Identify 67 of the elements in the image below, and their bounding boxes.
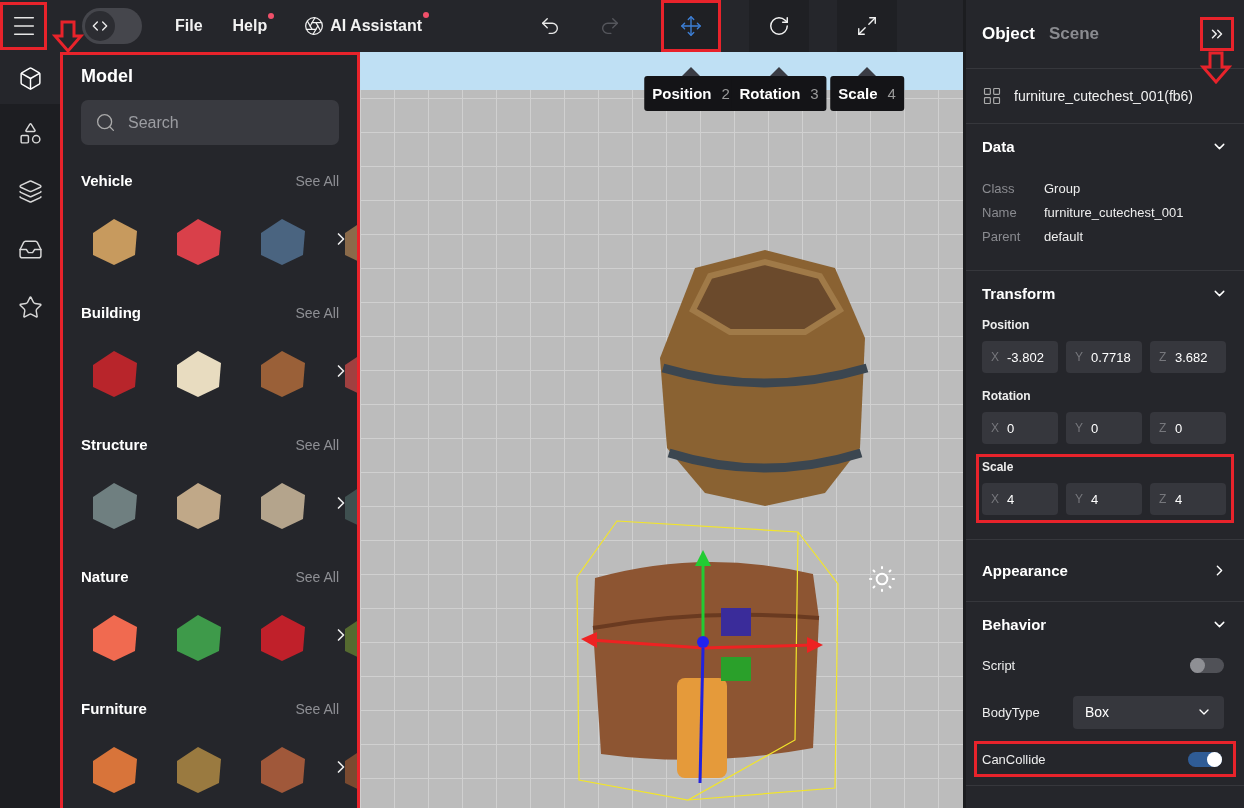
axis-label: Y — [1075, 492, 1083, 506]
category-title: Structure — [81, 436, 148, 453]
tool-button[interactable] — [837, 0, 898, 52]
menu-item[interactable]: File — [175, 17, 203, 35]
code-icon — [92, 18, 108, 34]
search-icon — [95, 112, 116, 133]
axis-label: Y — [1075, 350, 1083, 364]
move-icon — [680, 15, 703, 37]
section-header[interactable]: Data — [982, 138, 1228, 155]
see-all-link[interactable]: See All — [295, 700, 339, 717]
menu-button[interactable] — [0, 2, 47, 50]
see-all-link[interactable]: See All — [295, 304, 339, 321]
section-header[interactable]: Behavior — [982, 616, 1228, 633]
brightness-icon — [866, 563, 898, 595]
dropdown[interactable]: Box — [1073, 695, 1224, 729]
category-title: Furniture — [81, 700, 147, 717]
property-label: BodyType — [982, 704, 1040, 720]
tab[interactable]: Scene — [1048, 24, 1099, 44]
rail-item[interactable] — [0, 52, 60, 104]
search-field[interactable]: Search — [81, 100, 339, 145]
axis-label: X — [991, 421, 999, 435]
axis-label: Y — [1075, 421, 1083, 435]
see-all-link[interactable]: See All — [295, 172, 339, 189]
cube-icon — [17, 65, 43, 91]
field-label: Parent — [982, 229, 1022, 244]
see-all-link[interactable]: See All — [295, 568, 339, 585]
code-toggle[interactable] — [82, 8, 142, 44]
menu-item[interactable]: AI Assistant — [304, 16, 423, 36]
field-value: furniture_cutechest_001 — [1044, 205, 1185, 220]
tool-button[interactable] — [749, 0, 810, 52]
toggle-switch[interactable] — [1190, 657, 1224, 673]
toggle-switch[interactable] — [1188, 751, 1222, 767]
layers-icon — [17, 178, 43, 204]
object-name: furniture_cutechest_001(fb6) — [1014, 88, 1193, 104]
light-toggle-button[interactable] — [866, 563, 898, 595]
axis-label: Z — [1159, 421, 1167, 435]
axis-label: Z — [1159, 350, 1167, 364]
category-title: Building — [81, 304, 141, 321]
tab[interactable]: Object — [982, 24, 1035, 44]
axis-label: X — [991, 492, 999, 506]
expand-icon — [856, 15, 879, 37]
grid-icon — [982, 86, 1002, 106]
field-value: default — [1044, 229, 1085, 244]
section-header[interactable]: Appearance — [982, 562, 1228, 579]
category-title: Nature — [81, 568, 129, 585]
group-label: Position — [982, 318, 1031, 332]
category-title: Vehicle — [81, 172, 133, 189]
aperture-icon — [304, 16, 325, 36]
menu-item[interactable]: Help — [232, 17, 268, 35]
star-icon — [17, 294, 43, 320]
section-header[interactable]: Transform — [982, 285, 1228, 302]
rotate-icon — [768, 15, 791, 37]
shapes-icon — [17, 120, 43, 146]
field-label: Class — [982, 181, 1016, 196]
group-label: Scale — [982, 460, 1015, 474]
axis-label: X — [991, 350, 999, 364]
axis-label: Z — [1159, 492, 1167, 506]
field-label: Name — [982, 205, 1018, 220]
tool-button[interactable] — [661, 0, 722, 52]
panel-title: Model — [81, 66, 134, 87]
see-all-link[interactable]: See All — [295, 436, 339, 453]
field-value: Group — [1044, 181, 1082, 196]
property-label: CanCollide — [982, 751, 1046, 767]
collapse-button[interactable] — [1200, 17, 1234, 51]
group-label: Rotation — [982, 389, 1032, 403]
property-label: Script — [982, 657, 1016, 673]
tooltip: Scale 4 — [830, 76, 904, 111]
